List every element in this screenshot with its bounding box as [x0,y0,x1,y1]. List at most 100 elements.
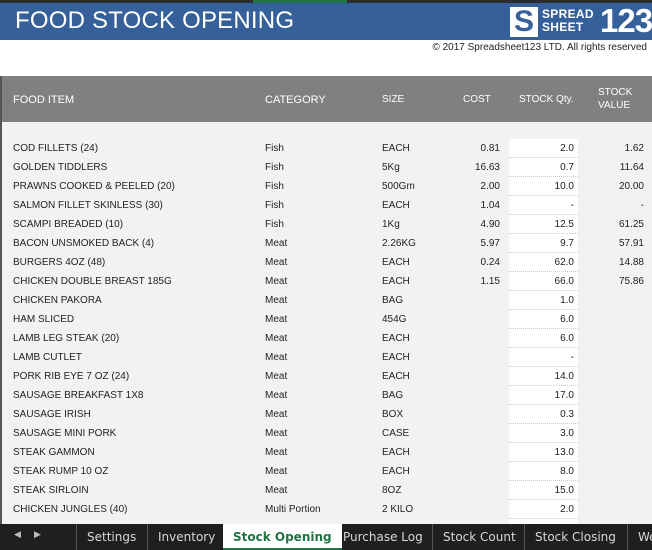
cell-cost: 4.90 [480,219,500,230]
tab-stock-closing[interactable]: Stock Closing [524,524,626,550]
cell-size: EACH [382,333,410,344]
cell-category: Multi Portion [265,504,321,515]
tab-more[interactable]: We [627,524,652,550]
cell-size: 2.26KG [382,238,416,249]
cell-size: 500Gm [382,181,415,192]
cell-value: 57.91 [618,238,644,249]
col-header-item: FOOD ITEM [13,94,75,106]
cell-cost: 1.15 [480,276,500,287]
table-row: HAM SLICED Meat 454G 6.0 [2,310,652,329]
table-row: LAMB CUTLET Meat EACH - [2,348,652,367]
cell-value: - [640,200,644,211]
tab-scroll-left-icon[interactable]: ◀ [14,530,21,540]
table-row: CHICKEN PAKORA Meat BAG 1.0 [2,291,652,310]
cell-value: 14.88 [618,257,644,268]
table-row: STEAK SIRLOIN Meat 8OZ 15.0 [2,481,652,500]
cell-qty[interactable]: 9.7 [509,238,574,249]
sheet-tab-bar: ◀ ▶ Settings Inventory Stock Opening Pur… [0,524,652,550]
cell-cost: 1.04 [480,200,500,211]
cell-item: LAMB LEG STEAK (20) [13,333,120,344]
cell-value: 20.00 [618,181,644,192]
cell-item: STEAK GAMMON [13,447,95,458]
tab-stock-count[interactable]: Stock Count [432,524,526,550]
table-row: SCAMPI BREADED (10) Fish 1Kg 4.90 12.5 61.25 [2,215,652,234]
cell-qty[interactable]: 1.0 [509,295,574,306]
table-row: BURGERS 4OZ (48) Meat EACH 0.24 62.0 14.88 [2,253,652,272]
table-row: CHICKEN JUNGLES (40) Multi Portion 2 KILO 2… [2,500,652,519]
col-header-qty: STOCK Qty. [519,94,574,105]
cell-qty[interactable]: 66.0 [509,276,574,287]
cell-qty[interactable]: 15.0 [509,485,574,496]
cell-qty[interactable]: 3.0 [509,428,574,439]
tab-stock-opening[interactable]: Stock Opening [223,524,342,550]
cell-size: EACH [382,466,410,477]
cell-item: LAMB CUTLET [13,352,82,363]
cell-qty[interactable]: 12.5 [509,219,574,230]
table-row: SAUSAGE BREAKFAST 1X8 Meat BAG 17.0 [2,386,652,405]
cell-category: Fish [265,162,284,173]
tab-purchase-log[interactable]: Purchase Log [333,524,433,550]
logo-line2: SHEET [542,20,584,34]
copyright-text: © 2017 Spreadsheet123 LTD. All rights re… [432,42,647,53]
cell-qty[interactable]: 6.0 [509,333,574,344]
cell-category: Meat [265,333,288,344]
cell-item: SAUSAGE IRISH [13,409,91,420]
tab-inventory[interactable]: Inventory [147,524,225,550]
table-row: SAUSAGE IRISH Meat BOX 0.3 [2,405,652,424]
cell-size: CASE [382,428,410,439]
spreadsheet123-logo: S SPREAD SHEET 123 [508,4,652,38]
cell-size: EACH [382,143,410,154]
table-row: STEAK GAMMON Meat EACH 13.0 [2,443,652,462]
cell-qty[interactable]: 2.0 [509,504,574,515]
col-header-size: SIZE [382,94,405,105]
tab-settings[interactable]: Settings [76,524,146,550]
cell-qty[interactable]: 0.3 [509,409,574,420]
cell-size: BAG [382,390,404,401]
cell-qty[interactable]: - [509,200,574,211]
cell-category: Fish [265,219,284,230]
cell-qty[interactable]: 17.0 [509,390,574,401]
cell-qty[interactable]: 14.0 [509,371,574,382]
table-header: FOOD ITEM CATEGORY SIZE COST STOCK Qty. … [2,76,652,122]
cell-item: HAM SLICED [13,314,75,325]
cell-cost: 5.97 [480,238,500,249]
cell-item: BACON UNSMOKED BACK (4) [13,238,155,249]
cell-item: CHICKEN PAKORA [13,295,102,306]
cell-category: Meat [265,466,288,477]
table-row: CHICKEN DOUBLE BREAST 185G Meat EACH 1.15 66… [2,272,652,291]
cell-qty[interactable]: 10.0 [509,181,574,192]
table-row: BACON UNSMOKED BACK (4) Meat 2.26KG 5.97 9.7… [2,234,652,253]
cell-cost: 16.63 [474,162,500,173]
cell-size: EACH [382,276,410,287]
table-body: COD FILLETS (24) Fish EACH 0.81 2.0 1.62 GOLDE… [2,122,652,524]
cell-qty[interactable]: 6.0 [509,314,574,325]
cell-qty[interactable]: 2.0 [509,143,574,154]
cell-cost: 0.81 [480,143,500,154]
cell-category: Meat [265,314,288,325]
logo-number: 123 [600,2,652,39]
tab-scroll-right-icon[interactable]: ▶ [34,530,41,540]
cell-item: CHICKEN JUNGLES (40) [13,504,128,515]
cell-category: Meat [265,428,288,439]
col-header-value: STOCK VALUE [598,87,632,111]
cell-qty[interactable]: 0.7 [509,162,574,173]
cell-size: 1Kg [382,219,400,230]
cell-qty[interactable]: 8.0 [509,466,574,477]
col-header-cost: COST [463,94,491,105]
cell-category: Meat [265,257,288,268]
cell-size: EACH [382,371,410,382]
cell-item: GOLDEN TIDDLERS [13,162,108,173]
table-row: PRAWNS COOKED & PEELED (20) Fish 500Gm 2.00… [2,177,652,196]
cell-qty[interactable]: - [509,352,574,363]
cell-category: Fish [265,143,284,154]
cell-size: 454G [382,314,407,325]
logo-words: SPREAD SHEET [542,8,594,34]
cell-item: STEAK SIRLOIN [13,485,89,496]
cell-qty[interactable]: 62.0 [509,257,574,268]
cell-qty[interactable]: 13.0 [509,447,574,458]
logo-s-icon: S [510,7,538,37]
cell-value: 1.62 [624,143,644,154]
col-header-category: CATEGORY [265,94,326,106]
table-row: LAMB LEG STEAK (20) Meat EACH 6.0 [2,329,652,348]
cell-category: Meat [265,485,288,496]
